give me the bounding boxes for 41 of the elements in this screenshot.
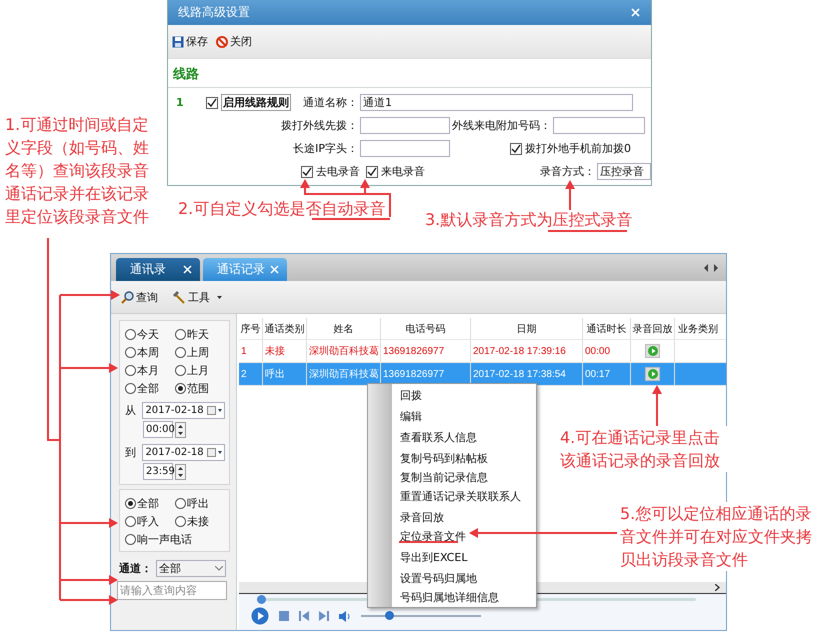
field-label: 外线来电附加号码： (452, 118, 551, 133)
table-cell: 深圳劭百科技葛 (307, 340, 381, 362)
radio-label: 上周 (187, 345, 209, 360)
table-cell: 呼出 (263, 363, 307, 385)
table-cell: 2 (239, 363, 263, 385)
radio-label: 本月 (137, 363, 159, 378)
section-title: 线路 (168, 59, 651, 88)
checkbox-label: 启用线路规则 (221, 94, 291, 111)
field-label: 通道名称： (302, 95, 358, 110)
field-label: 从 (125, 403, 137, 418)
radio-label: 全部 (137, 496, 159, 511)
row-number: 1 (176, 96, 185, 109)
radio-label: 范围 (187, 381, 209, 396)
annotation-text: 2.可自定义勾选是否自动录音 (178, 200, 386, 217)
annotation-text: 1.可通过时间或自定义字段（如号码、姓名等）查询该段录音通话记录并在该记录里定位该段录音文件 (5, 114, 150, 228)
radio-label: 今天 (137, 327, 159, 342)
table-cell: 13691826977 (381, 340, 471, 362)
window-title: 线路高级设置 (178, 4, 251, 21)
radio-label: 呼入 (137, 514, 159, 529)
field-label: 拨打外线先拨： (280, 118, 358, 133)
radio-label: 未接 (187, 514, 209, 529)
checkbox-label: 拨打外地手机前加拨0 (525, 141, 631, 156)
radio-label: 呼出 (187, 496, 209, 511)
table-cell: 2017-02-18 17:39:16 (471, 340, 583, 362)
radio-label: 全部 (137, 381, 159, 396)
table-cell: 1 (239, 340, 263, 362)
annotation-text: 3.默认录音方式为压控式录音 (425, 211, 632, 228)
field-label: 录音方式： (539, 164, 595, 179)
field-label: 通道： (119, 561, 153, 576)
table-cell: 未接 (263, 340, 307, 362)
radio-label: 本周 (137, 345, 159, 360)
checkbox-label: 去电录音 (316, 164, 360, 179)
table-cell: 00:17 (583, 363, 631, 385)
radio-label: 昨天 (187, 327, 209, 342)
field-label: 到 (125, 445, 137, 460)
checkbox-label: 来电录音 (381, 164, 425, 179)
table-cell: 00:00 (583, 340, 631, 362)
radio-label: 响一声电话 (137, 532, 192, 547)
radio-label: 上月 (187, 363, 209, 378)
field-label: 长途IP字头： (292, 141, 358, 156)
annotation-text: 4.可在通话记录里点击该通话记录的录音回放 (560, 426, 730, 472)
